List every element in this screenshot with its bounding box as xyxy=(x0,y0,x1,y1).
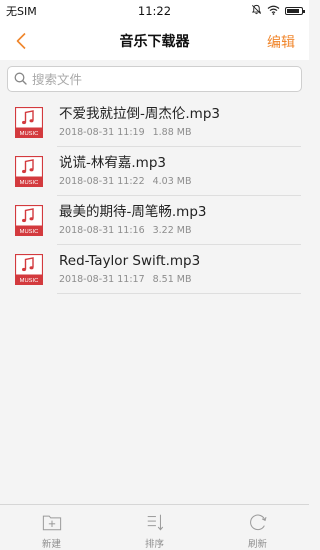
music-icon-label: MUSIC xyxy=(20,131,39,137)
file-item[interactable]: MUSIC 说谎-林宥嘉.mp3 2018-08-31 11:22 4.03 MB xyxy=(0,147,309,196)
chevron-left-icon xyxy=(16,32,26,50)
refresh-button[interactable]: 刷新 xyxy=(206,505,309,550)
edit-button[interactable]: 编辑 xyxy=(267,32,295,52)
new-folder-icon xyxy=(42,515,61,531)
back-button[interactable] xyxy=(10,30,32,52)
file-info: 说谎-林宥嘉.mp3 2018-08-31 11:22 4.03 MB xyxy=(59,155,192,187)
bottom-toolbar: 新建 排序 刷新 xyxy=(0,504,309,550)
file-item[interactable]: MUSIC 最美的期待-周笔畅.mp3 2018-08-31 11:16 3.22… xyxy=(0,196,309,245)
divider xyxy=(57,293,301,294)
refresh-icon xyxy=(249,514,266,531)
sort-button[interactable]: 排序 xyxy=(103,505,206,550)
file-meta: 2018-08-31 11:22 4.03 MB xyxy=(59,176,192,187)
file-date: 2018-08-31 11:22 xyxy=(59,176,145,187)
status-icons xyxy=(251,4,305,18)
file-size: 8.51 MB xyxy=(152,274,192,285)
status-time: 11:22 xyxy=(137,4,172,18)
file-size: 3.22 MB xyxy=(152,225,192,236)
music-icon-label: MUSIC xyxy=(20,278,39,284)
search-area xyxy=(0,60,309,98)
refresh-label: 刷新 xyxy=(247,539,267,550)
new-folder-label: 新建 xyxy=(41,539,61,550)
search-input[interactable] xyxy=(32,71,272,87)
file-date: 2018-08-31 11:17 xyxy=(59,274,145,285)
file-name: 不爱我就拉倒-周杰伦.mp3 xyxy=(59,106,220,122)
file-meta: 2018-08-31 11:16 3.22 MB xyxy=(59,225,206,236)
battery-level xyxy=(287,9,299,13)
file-info: 最美的期待-周笔畅.mp3 2018-08-31 11:16 3.22 MB xyxy=(59,204,206,236)
page-title: 音乐下载器 xyxy=(119,34,190,50)
file-size: 1.88 MB xyxy=(152,127,192,138)
sort-icon xyxy=(147,514,163,531)
file-item[interactable]: MUSIC Red-Taylor Swift.mp3 2018-08-31 11… xyxy=(0,245,309,294)
status-bar: 无SIM 11:22 xyxy=(0,0,309,22)
file-list: MUSIC 不爱我就拉倒-周杰伦.mp3 2018-08-31 11:19 1.8… xyxy=(0,98,309,294)
file-info: Red-Taylor Swift.mp3 2018-08-31 11:17 8.5… xyxy=(59,253,200,285)
file-size: 4.03 MB xyxy=(152,176,192,187)
sort-label: 排序 xyxy=(144,539,164,550)
file-date: 2018-08-31 11:19 xyxy=(59,127,145,138)
nav-bar: 音乐下载器 编辑 xyxy=(0,22,309,60)
search-box[interactable] xyxy=(7,66,302,92)
music-file-icon: MUSIC xyxy=(15,156,43,187)
file-name: Red-Taylor Swift.mp3 xyxy=(59,253,201,269)
wifi-icon xyxy=(267,5,280,18)
new-folder-button[interactable]: 新建 xyxy=(0,505,103,550)
file-meta: 2018-08-31 11:19 1.88 MB xyxy=(59,127,220,138)
file-info: 不爱我就拉倒-周杰伦.mp3 2018-08-31 11:19 1.88 MB xyxy=(59,106,220,138)
search-icon xyxy=(14,70,27,89)
file-meta: 2018-08-31 11:17 8.51 MB xyxy=(59,274,200,285)
file-name: 最美的期待-周笔畅.mp3 xyxy=(59,204,207,220)
file-name: 说谎-林宥嘉.mp3 xyxy=(59,155,166,171)
music-icon-label: MUSIC xyxy=(20,180,39,186)
file-item[interactable]: MUSIC 不爱我就拉倒-周杰伦.mp3 2018-08-31 11:19 1.8… xyxy=(0,98,309,147)
battery-icon xyxy=(285,7,305,15)
music-file-icon: MUSIC xyxy=(15,254,43,285)
music-file-icon: MUSIC xyxy=(15,205,43,236)
carrier-label: 无SIM xyxy=(6,5,37,18)
file-date: 2018-08-31 11:16 xyxy=(59,225,145,236)
music-icon-label: MUSIC xyxy=(20,229,39,235)
music-file-icon: MUSIC xyxy=(15,107,43,138)
mute-icon xyxy=(251,4,262,18)
